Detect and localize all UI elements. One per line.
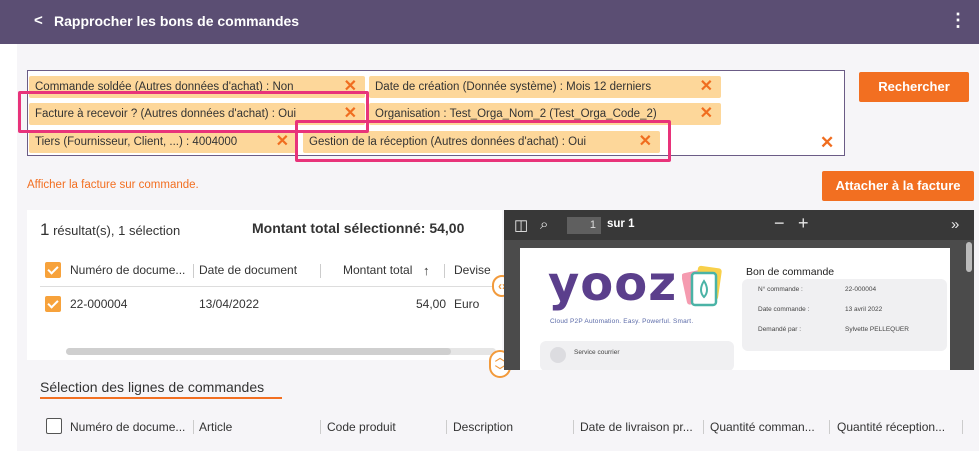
remove-filter-icon[interactable]: ✕ xyxy=(276,131,289,153)
attach-invoice-button[interactable]: Attacher à la facture xyxy=(822,171,974,201)
lines-column-code-produit[interactable]: Code produit xyxy=(327,420,396,434)
back-chevron-icon[interactable]: < xyxy=(34,12,43,29)
result-count: 1 xyxy=(40,220,50,239)
filter-chip-label: Date de création (Donnée système) : Mois… xyxy=(375,81,652,93)
column-divider[interactable] xyxy=(320,420,321,434)
highlight-box xyxy=(295,120,671,162)
search-button[interactable]: Rechercher xyxy=(859,72,969,102)
field-label: N° commande : xyxy=(758,286,803,293)
lines-column-quantite-commandee[interactable]: Quantité comman... xyxy=(710,420,815,434)
row-checkbox[interactable] xyxy=(45,296,61,312)
filter-chip-label: Tiers (Fournisseur, Client, ...) : 40040… xyxy=(35,136,238,148)
column-header-devise[interactable]: Devise xyxy=(454,263,491,277)
section-underline xyxy=(40,397,282,399)
zoom-in-icon[interactable]: + xyxy=(798,213,809,234)
header-divider xyxy=(40,286,500,287)
sort-ascending-icon[interactable]: ↑ xyxy=(423,263,430,278)
yooz-tagline: Cloud P2P Automation. Easy. Powerful. Sm… xyxy=(550,318,694,325)
filter-chip: Tiers (Fournisseur, Client, ...) : 40040… xyxy=(29,131,297,153)
cell-date: 13/04/2022 xyxy=(199,297,260,311)
column-header-date[interactable]: Date de document xyxy=(199,263,297,277)
remove-filter-icon[interactable]: ✕ xyxy=(700,103,713,125)
yooz-logo: yooz xyxy=(548,256,678,312)
column-divider[interactable] xyxy=(320,264,321,278)
cell-devise: Euro xyxy=(454,297,480,311)
field-value: Sylvette PELLEQUER xyxy=(845,326,909,333)
remove-filter-icon[interactable]: ✕ xyxy=(700,76,713,98)
select-all-checkbox[interactable] xyxy=(45,262,61,278)
lines-column-description[interactable]: Description xyxy=(453,420,513,434)
show-invoice-link[interactable]: Afficher la facture sur commande. xyxy=(27,179,199,191)
selected-total: Montant total sélectionné: 54,00 xyxy=(252,220,465,236)
horizontal-scrollbar-thumb[interactable] xyxy=(66,348,451,355)
field-value: 22-000004 xyxy=(845,286,877,293)
column-divider[interactable] xyxy=(962,420,963,434)
more-tools-icon[interactable]: » xyxy=(951,216,959,233)
column-header-montant[interactable]: Montant total xyxy=(343,263,412,277)
lines-section-title: Sélection des lignes de commandes xyxy=(40,379,265,395)
result-summary: 1 résultat(s), 1 sélection xyxy=(40,220,180,240)
column-divider[interactable] xyxy=(444,264,445,278)
lines-column-quantite-reception[interactable]: Quantité réception... xyxy=(837,420,945,434)
page-count: sur 1 xyxy=(607,218,635,230)
pdf-viewer[interactable]: ◫ ⌕ 1 sur 1 − + » yooz Cloud P2P Automat… xyxy=(504,210,974,370)
document-title: Bon de commande xyxy=(746,266,835,278)
column-divider[interactable] xyxy=(573,420,574,434)
column-divider[interactable] xyxy=(703,420,704,434)
cell-numero[interactable]: 22-000004 xyxy=(70,297,127,311)
column-header-numero[interactable]: Numéro de docume... xyxy=(70,263,185,277)
field-label: Date commande : xyxy=(758,306,810,313)
kebab-menu-icon[interactable]: ⋮ xyxy=(949,10,967,31)
column-divider[interactable] xyxy=(446,420,447,434)
column-divider[interactable] xyxy=(193,420,194,434)
cell-montant: 54,00 xyxy=(416,297,447,311)
page-number-input[interactable]: 1 xyxy=(567,217,601,234)
filter-chip: Date de création (Donnée système) : Mois… xyxy=(369,76,721,98)
search-icon[interactable]: ⌕ xyxy=(540,216,548,233)
zoom-out-icon[interactable]: − xyxy=(774,213,785,234)
avatar-icon xyxy=(550,347,566,363)
field-value: 13 avril 2022 xyxy=(845,306,883,313)
yooz-logo-cards-icon xyxy=(682,265,722,307)
lines-column-date-livraison[interactable]: Date de livraison pr... xyxy=(580,420,693,434)
pdf-vertical-scrollbar[interactable] xyxy=(966,242,972,272)
app-header: < Rapprocher les bons de commandes ⋮ xyxy=(0,0,979,44)
clear-filters-icon[interactable]: ✕ xyxy=(820,133,834,153)
sidebar-toggle-icon[interactable]: ◫ xyxy=(514,216,528,234)
service-label: Service courrier xyxy=(574,349,620,356)
lines-column-article[interactable]: Article xyxy=(199,420,232,434)
filter-chip-label: Organisation : Test_Orga_Nom_2 (Test_Org… xyxy=(375,108,657,120)
service-box xyxy=(540,341,734,370)
field-label: Demandé par : xyxy=(758,326,801,333)
column-divider[interactable] xyxy=(829,420,830,434)
result-summary-text: résultat(s), 1 sélection xyxy=(53,223,181,238)
pdf-toolbar: ◫ ⌕ 1 sur 1 − + » xyxy=(504,210,974,240)
column-divider[interactable] xyxy=(193,264,194,278)
lines-column-numero[interactable]: Numéro de docume... xyxy=(70,420,185,434)
page-title: Rapprocher les bons de commandes xyxy=(54,13,300,29)
select-all-lines-checkbox[interactable] xyxy=(46,418,62,434)
pdf-page: yooz Cloud P2P Automation. Easy. Powerfu… xyxy=(520,248,950,370)
